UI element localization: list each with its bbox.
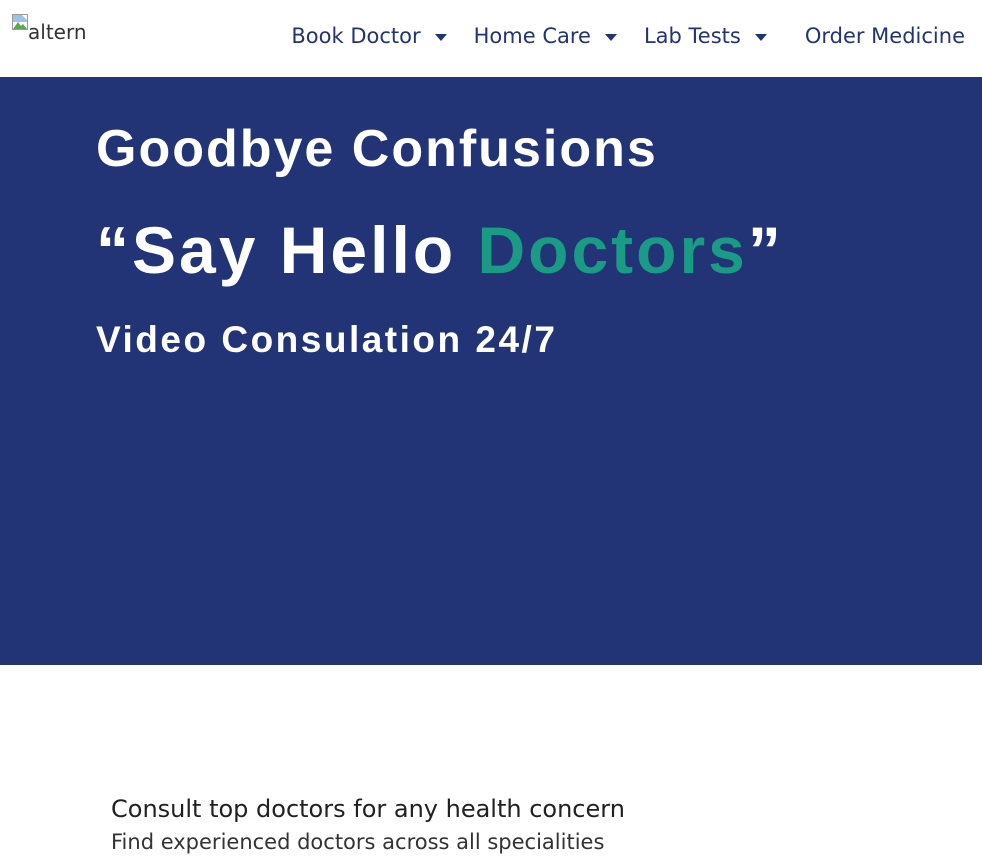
caret-down-icon [434,33,447,41]
broken-image-icon [12,14,28,30]
navbar: altern Book Doctor Home Care Lab Tests O… [0,0,982,77]
caret-down-icon [754,33,767,41]
hero-quote: “Say Hello Doctors” [96,217,784,283]
caret-down-icon [604,33,617,41]
hero-quote-accent: Doctors [477,213,748,287]
logo-alt-text: altern [28,20,87,44]
consult-description: Find experienced doctors across all spec… [111,829,605,854]
nav-order-medicine-label: Order Medicine [804,24,965,48]
hero-subtitle: Video Consulation 24/7 [96,319,558,360]
hero-title: Goodbye Confusions [96,120,658,178]
nav-home-care-label: Home Care [473,24,591,48]
consult-title: Consult top doctors for any health conce… [111,795,625,823]
hero-banner: Goodbye Confusions “Say Hello Doctors” V… [0,77,982,665]
main-nav: Book Doctor Home Care Lab Tests Order Me… [291,24,965,48]
nav-lab-tests-label: Lab Tests [643,24,741,48]
nav-order-medicine[interactable]: Order Medicine [805,24,965,48]
nav-book-doctor[interactable]: Book Doctor [291,24,447,48]
nav-book-doctor-label: Book Doctor [291,24,421,48]
hero-quote-close: ” [747,213,784,287]
consult-section: Consult top doctors for any health conce… [111,795,625,855]
logo-link[interactable]: altern [12,14,87,42]
hero-quote-open: “Say Hello [96,213,478,287]
nav-home-care[interactable]: Home Care [474,24,617,48]
nav-lab-tests[interactable]: Lab Tests [644,24,767,48]
